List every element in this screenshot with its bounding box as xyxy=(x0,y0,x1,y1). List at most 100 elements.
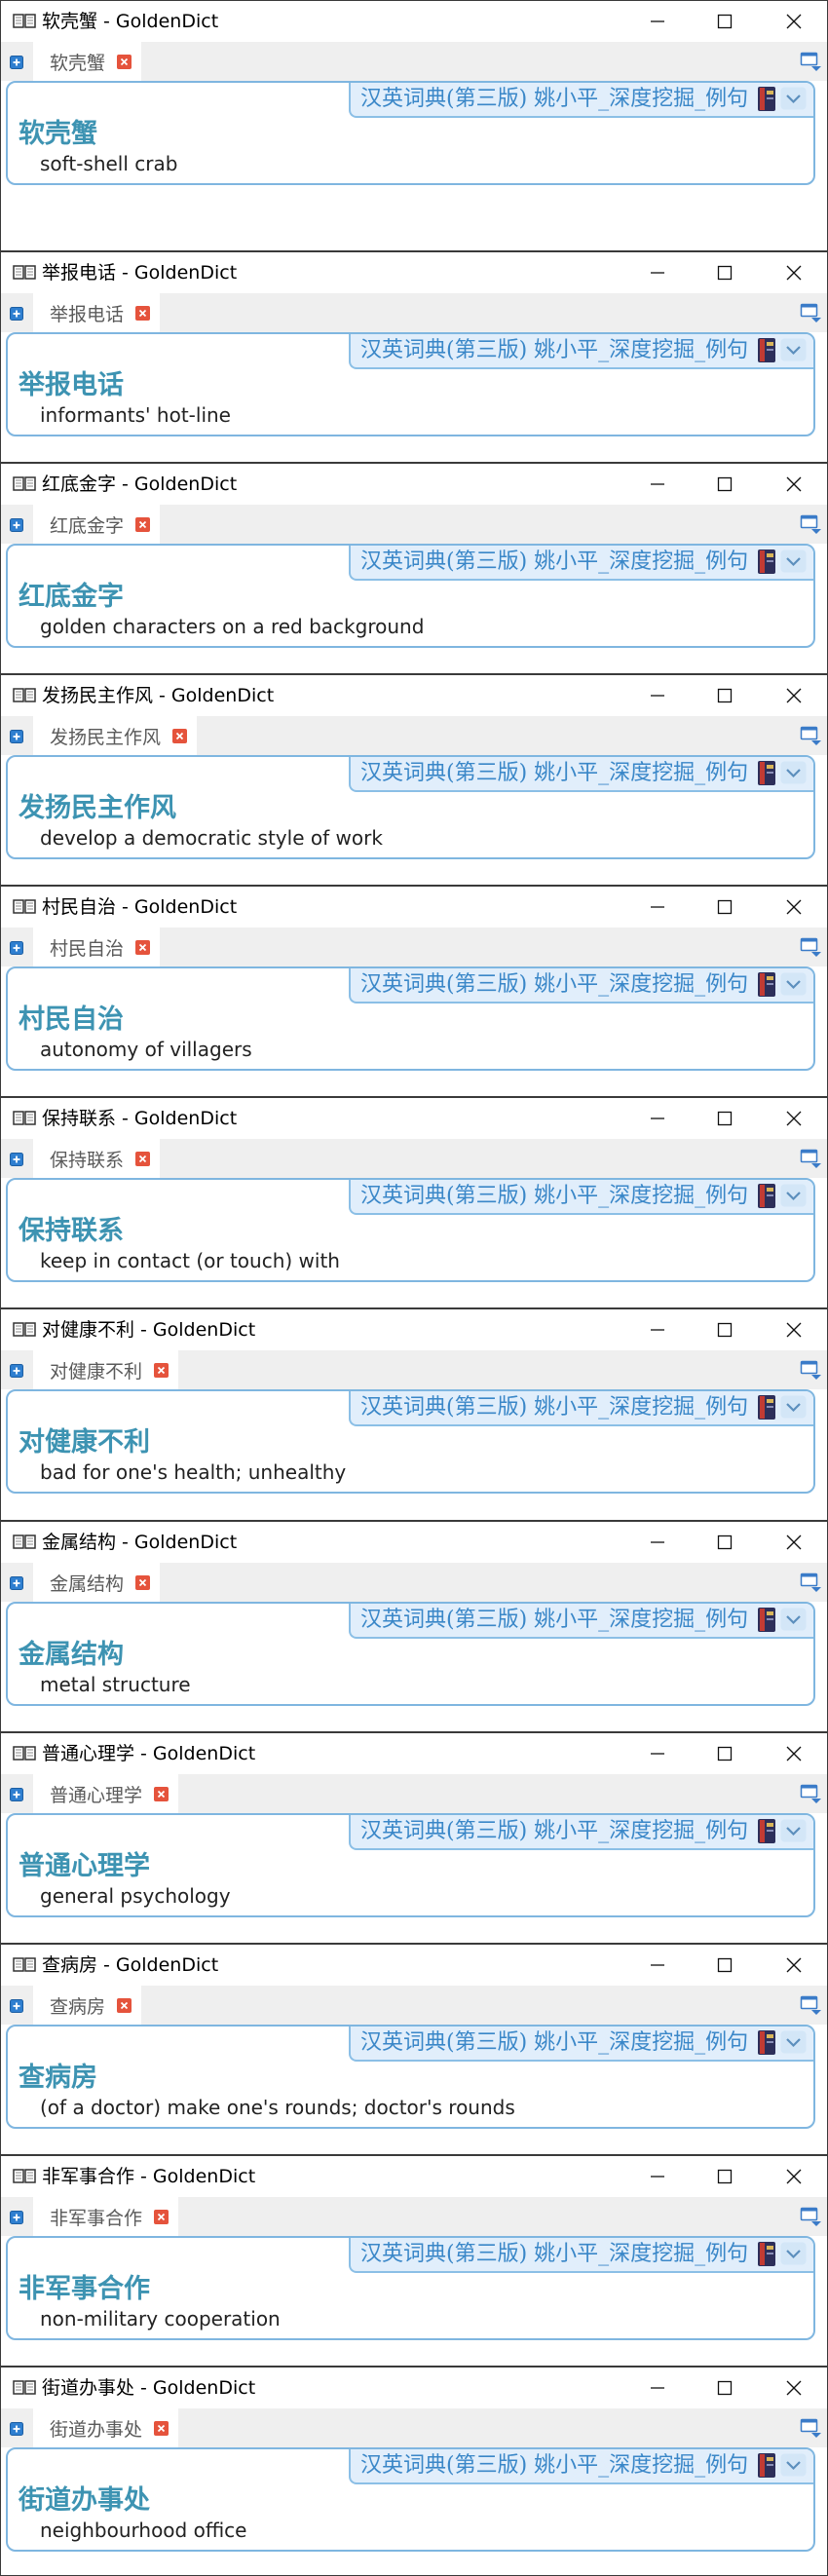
tab-list-button[interactable] xyxy=(800,1994,823,2016)
new-tab-button[interactable] xyxy=(10,1787,23,1801)
tab-current[interactable]: 对健康不利 xyxy=(33,1350,179,1389)
close-button[interactable] xyxy=(779,1951,809,1980)
tab-close-button[interactable] xyxy=(135,516,151,532)
close-button[interactable] xyxy=(779,1528,809,1557)
collapse-button[interactable] xyxy=(780,972,807,996)
new-tab-button[interactable] xyxy=(10,1152,23,1166)
tab-close-button[interactable] xyxy=(117,54,132,69)
close-button[interactable] xyxy=(779,7,809,36)
collapse-button[interactable] xyxy=(780,2242,807,2265)
new-tab-button[interactable] xyxy=(10,306,23,321)
tab-close-button[interactable] xyxy=(154,2420,169,2436)
dictionary-bar[interactable]: 汉英词典(第三版) 姚小平_深度挖掘_例句 xyxy=(349,1391,813,1426)
minimize-button[interactable] xyxy=(643,1528,672,1557)
dictionary-bar[interactable]: 汉英词典(第三版) 姚小平_深度挖掘_例句 xyxy=(349,546,813,581)
collapse-button[interactable] xyxy=(780,761,807,784)
tab-current[interactable]: 保持联系 xyxy=(33,1139,161,1178)
tab-close-button[interactable] xyxy=(117,1997,132,2013)
tab-current[interactable]: 金属结构 xyxy=(33,1563,161,1602)
tab-current[interactable]: 街道办事处 xyxy=(33,2408,179,2447)
title-bar[interactable]: 查病房 - GoldenDict xyxy=(1,1945,827,1986)
close-button[interactable] xyxy=(779,470,809,499)
maximize-button[interactable] xyxy=(710,1315,739,1345)
close-button[interactable] xyxy=(779,1739,809,1768)
dictionary-bar[interactable]: 汉英词典(第三版) 姚小平_深度挖掘_例句 xyxy=(349,2449,813,2484)
tab-current[interactable]: 举报电话 xyxy=(33,293,161,332)
tab-close-button[interactable] xyxy=(154,1362,169,1378)
new-tab-button[interactable] xyxy=(10,517,23,532)
maximize-button[interactable] xyxy=(710,2162,739,2191)
tab-close-button[interactable] xyxy=(135,1574,151,1590)
minimize-button[interactable] xyxy=(643,258,672,287)
collapse-button[interactable] xyxy=(780,2453,807,2477)
maximize-button[interactable] xyxy=(710,1739,739,1768)
title-bar[interactable]: 保持联系 - GoldenDict xyxy=(1,1098,827,1139)
collapse-button[interactable] xyxy=(780,1608,807,1631)
close-button[interactable] xyxy=(779,2162,809,2191)
tab-list-button[interactable] xyxy=(800,1148,823,1169)
new-tab-button[interactable] xyxy=(10,2210,23,2224)
title-bar[interactable]: 村民自治 - GoldenDict xyxy=(1,887,827,928)
tab-current[interactable]: 普通心理学 xyxy=(33,1774,179,1813)
minimize-button[interactable] xyxy=(643,1104,672,1133)
collapse-button[interactable] xyxy=(780,1395,807,1419)
minimize-button[interactable] xyxy=(643,2373,672,2403)
tab-close-button[interactable] xyxy=(135,305,151,321)
maximize-button[interactable] xyxy=(710,470,739,499)
new-tab-button[interactable] xyxy=(10,940,23,955)
tab-current[interactable]: 非军事合作 xyxy=(33,2197,179,2236)
title-bar[interactable]: 非军事合作 - GoldenDict xyxy=(1,2156,827,2197)
collapse-button[interactable] xyxy=(780,549,807,573)
tab-list-button[interactable] xyxy=(800,2206,823,2227)
close-button[interactable] xyxy=(779,681,809,710)
new-tab-button[interactable] xyxy=(10,1998,23,2013)
maximize-button[interactable] xyxy=(710,7,739,36)
collapse-button[interactable] xyxy=(780,87,807,110)
new-tab-button[interactable] xyxy=(10,729,23,743)
collapse-button[interactable] xyxy=(780,1184,807,1207)
maximize-button[interactable] xyxy=(710,1104,739,1133)
close-button[interactable] xyxy=(779,1104,809,1133)
collapse-button[interactable] xyxy=(780,338,807,361)
maximize-button[interactable] xyxy=(710,2373,739,2403)
maximize-button[interactable] xyxy=(710,892,739,922)
close-button[interactable] xyxy=(779,258,809,287)
tab-list-button[interactable] xyxy=(800,51,823,72)
minimize-button[interactable] xyxy=(643,892,672,922)
minimize-button[interactable] xyxy=(643,7,672,36)
new-tab-button[interactable] xyxy=(10,2421,23,2436)
tab-list-button[interactable] xyxy=(800,302,823,323)
tab-list-button[interactable] xyxy=(800,1572,823,1593)
dictionary-bar[interactable]: 汉英词典(第三版) 姚小平_深度挖掘_例句 xyxy=(349,83,813,118)
tab-current[interactable]: 查病房 xyxy=(33,1986,142,2025)
tab-list-button[interactable] xyxy=(800,2417,823,2439)
new-tab-button[interactable] xyxy=(10,1575,23,1590)
title-bar[interactable]: 对健康不利 - GoldenDict xyxy=(1,1309,827,1350)
collapse-button[interactable] xyxy=(780,2030,807,2054)
tab-current[interactable]: 发扬民主作风 xyxy=(33,716,198,755)
title-bar[interactable]: 发扬民主作风 - GoldenDict xyxy=(1,675,827,716)
tab-list-button[interactable] xyxy=(800,725,823,746)
dictionary-bar[interactable]: 汉英词典(第三版) 姚小平_深度挖掘_例句 xyxy=(349,1180,813,1215)
title-bar[interactable]: 金属结构 - GoldenDict xyxy=(1,1522,827,1563)
tab-close-button[interactable] xyxy=(135,1151,151,1166)
dictionary-bar[interactable]: 汉英词典(第三版) 姚小平_深度挖掘_例句 xyxy=(349,2238,813,2273)
tab-close-button[interactable] xyxy=(154,2209,169,2224)
tab-close-button[interactable] xyxy=(135,939,151,955)
minimize-button[interactable] xyxy=(643,1739,672,1768)
minimize-button[interactable] xyxy=(643,2162,672,2191)
dictionary-bar[interactable]: 汉英词典(第三版) 姚小平_深度挖掘_例句 xyxy=(349,1815,813,1850)
dictionary-bar[interactable]: 汉英词典(第三版) 姚小平_深度挖掘_例句 xyxy=(349,334,813,369)
minimize-button[interactable] xyxy=(643,470,672,499)
title-bar[interactable]: 举报电话 - GoldenDict xyxy=(1,252,827,293)
title-bar[interactable]: 普通心理学 - GoldenDict xyxy=(1,1733,827,1774)
dictionary-bar[interactable]: 汉英词典(第三版) 姚小平_深度挖掘_例句 xyxy=(349,1604,813,1639)
tab-current[interactable]: 村民自治 xyxy=(33,928,161,966)
new-tab-button[interactable] xyxy=(10,55,23,69)
maximize-button[interactable] xyxy=(710,1528,739,1557)
tab-list-button[interactable] xyxy=(800,513,823,535)
title-bar[interactable]: 街道办事处 - GoldenDict xyxy=(1,2368,827,2408)
dictionary-bar[interactable]: 汉英词典(第三版) 姚小平_深度挖掘_例句 xyxy=(349,968,813,1004)
tab-current[interactable]: 红底金字 xyxy=(33,505,161,544)
maximize-button[interactable] xyxy=(710,1951,739,1980)
